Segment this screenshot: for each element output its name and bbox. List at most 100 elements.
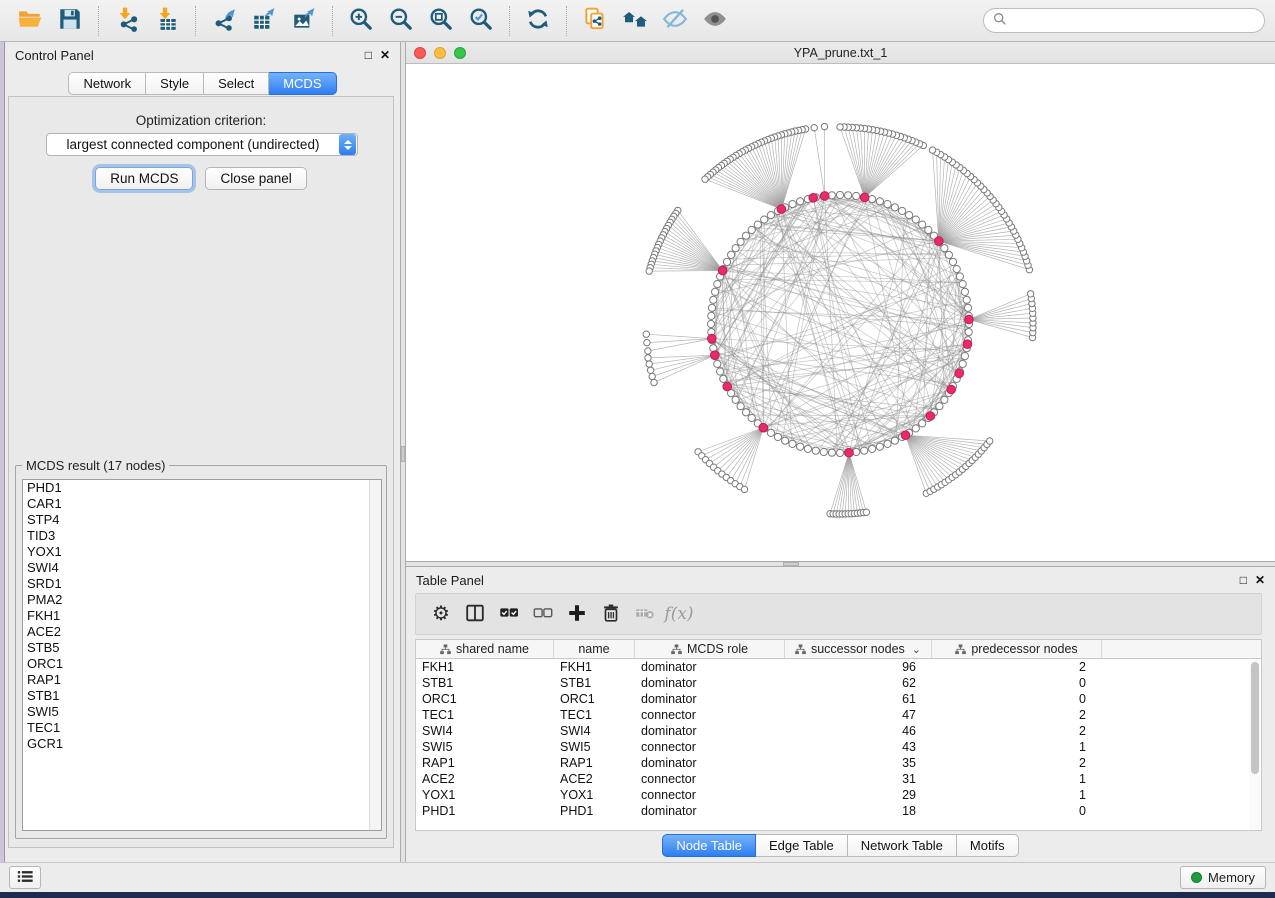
network-satellite-node[interactable] (987, 438, 993, 444)
network-node[interactable] (899, 207, 906, 214)
network-node[interactable] (936, 403, 943, 410)
memory-button[interactable]: Memory (1180, 866, 1266, 889)
network-node[interactable] (853, 192, 860, 199)
mcds-network-node[interactable] (935, 237, 944, 246)
network-node[interactable] (761, 216, 768, 223)
network-node[interactable] (708, 304, 715, 311)
network-satellite-node[interactable] (741, 486, 747, 492)
network-node[interactable] (884, 440, 891, 447)
network-node[interactable] (717, 368, 724, 375)
zoom-fit-button[interactable] (424, 4, 458, 38)
search-box[interactable] (983, 8, 1265, 33)
table-scrollbar-thumb[interactable] (1251, 662, 1259, 774)
mcds-network-node[interactable] (845, 448, 854, 457)
table-row[interactable]: SWI5SWI5connector431 (416, 739, 1261, 755)
network-node[interactable] (941, 245, 948, 252)
mcds-network-node[interactable] (860, 193, 869, 202)
table-settings-button[interactable]: ⚙ (426, 599, 456, 629)
network-satellite-node[interactable] (821, 123, 827, 129)
network-node[interactable] (945, 251, 952, 258)
split-columns-button[interactable] (460, 599, 490, 629)
network-node[interactable] (869, 196, 876, 203)
table-row[interactable]: STB1STB1dominator620 (416, 675, 1261, 691)
export-table-button[interactable] (247, 4, 281, 38)
network-satellite-node[interactable] (646, 361, 652, 367)
network-node[interactable] (712, 288, 719, 295)
network-satellite-node[interactable] (643, 331, 649, 337)
float-panel-icon[interactable]: □ (365, 49, 372, 61)
network-node[interactable] (836, 449, 843, 456)
network-node[interactable] (876, 443, 883, 450)
network-node[interactable] (912, 216, 919, 223)
network-satellite-node[interactable] (651, 379, 657, 385)
export-network-button[interactable] (207, 4, 241, 38)
network-node[interactable] (742, 409, 749, 416)
network-node[interactable] (804, 445, 811, 452)
close-panel-icon[interactable]: ✕ (1255, 574, 1265, 586)
mcds-result-item[interactable]: STB1 (23, 688, 381, 704)
network-node[interactable] (828, 449, 835, 456)
network-node[interactable] (961, 353, 968, 360)
table-row[interactable]: FKH1FKH1dominator962 (416, 659, 1261, 675)
import-table-button[interactable] (150, 4, 184, 38)
export-image-button[interactable] (287, 4, 321, 38)
run-mcds-button[interactable]: Run MCDS (95, 167, 193, 190)
network-node[interactable] (961, 288, 968, 295)
network-node[interactable] (797, 443, 804, 450)
tab-network[interactable]: Network (68, 72, 146, 95)
network-node[interactable] (912, 425, 919, 432)
mcds-network-node[interactable] (963, 340, 972, 349)
add-column-button[interactable] (562, 599, 592, 629)
network-node[interactable] (884, 201, 891, 208)
network-node[interactable] (812, 447, 819, 454)
network-satellite-node[interactable] (811, 125, 817, 131)
first-neighbors-button[interactable] (618, 4, 652, 38)
close-panel-button[interactable]: Close panel (205, 167, 306, 190)
network-node[interactable] (949, 258, 956, 265)
save-session-button[interactable] (53, 4, 87, 38)
network-node[interactable] (925, 226, 932, 233)
tab-motifs[interactable]: Motifs (957, 834, 1019, 857)
network-node[interactable] (789, 440, 796, 447)
network-node[interactable] (714, 281, 721, 288)
network-satellite-node[interactable] (647, 367, 653, 373)
network-satellite-node[interactable] (702, 176, 708, 182)
network-node[interactable] (953, 266, 960, 273)
mcds-network-node[interactable] (901, 431, 910, 440)
network-satellite-node[interactable] (646, 268, 652, 274)
network-node[interactable] (708, 312, 715, 319)
splitter-grip[interactable] (783, 562, 799, 566)
network-node[interactable] (869, 445, 876, 452)
network-node[interactable] (754, 221, 761, 228)
mcds-network-node[interactable] (711, 351, 720, 360)
mcds-network-node[interactable] (759, 423, 768, 432)
hide-column-button[interactable] (630, 599, 660, 629)
criterion-select[interactable]: largest connected component (undirected) (46, 133, 358, 156)
table-row[interactable]: ACE2ACE2connector311 (416, 771, 1261, 787)
mcds-result-item[interactable]: TEC1 (23, 720, 381, 736)
tab-select[interactable]: Select (204, 72, 269, 95)
network-canvas-svg[interactable] (406, 64, 1275, 561)
table-row[interactable]: TEC1TEC1connector472 (416, 707, 1261, 723)
network-satellite-node[interactable] (929, 147, 935, 153)
function-builder-button[interactable]: f(x) (664, 599, 694, 629)
network-node[interactable] (737, 403, 744, 410)
mcds-network-node[interactable] (809, 194, 818, 203)
network-satellite-node[interactable] (645, 355, 651, 361)
task-history-button[interactable] (9, 866, 41, 889)
network-node[interactable] (737, 238, 744, 245)
mcds-result-item[interactable]: SWI5 (23, 704, 381, 720)
network-node[interactable] (965, 329, 972, 336)
network-node[interactable] (959, 360, 966, 367)
mcds-result-item[interactable]: STB5 (23, 640, 381, 656)
network-satellite-node[interactable] (1027, 291, 1033, 297)
tab-network-table[interactable]: Network Table (848, 834, 957, 857)
close-panel-icon[interactable]: ✕ (380, 49, 390, 61)
mcds-result-item[interactable]: STP4 (23, 512, 381, 528)
import-network-button[interactable] (110, 4, 144, 38)
mcds-result-item[interactable]: SWI4 (23, 560, 381, 576)
network-node[interactable] (748, 414, 755, 421)
network-node[interactable] (748, 226, 755, 233)
network-node[interactable] (919, 221, 926, 228)
table-row[interactable]: RAP1RAP1dominator352 (416, 755, 1261, 771)
